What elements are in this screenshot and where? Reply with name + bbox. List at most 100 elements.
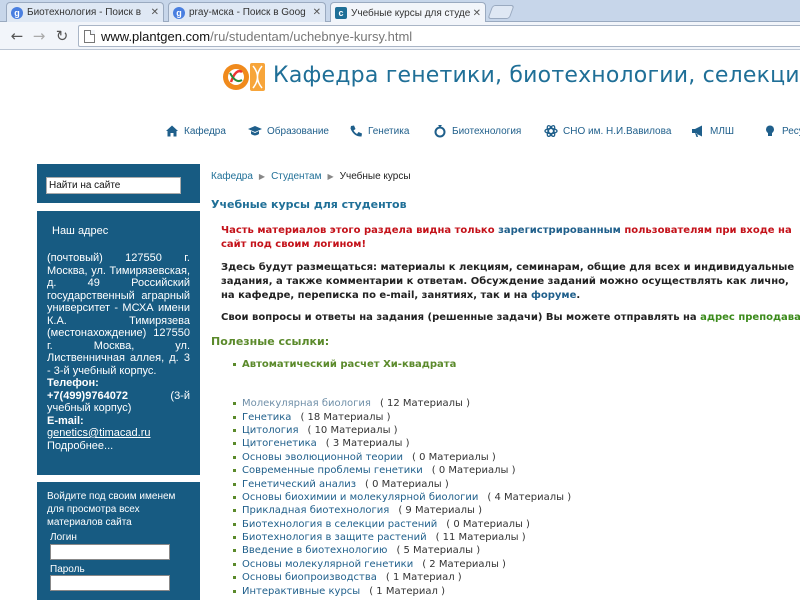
bullet-icon [233, 589, 236, 593]
course-list-item: Биотехнология в защите растений ( 11 Мате… [233, 531, 571, 544]
reload-icon[interactable]: ↻ [53, 27, 71, 45]
course-list-item: Основы биопроизводства ( 1 Материал ) [233, 571, 571, 584]
nav-item-label: Биотехнология [452, 125, 522, 137]
breadcrumb-kafedra[interactable]: Кафедра [211, 171, 253, 182]
course-list: Молекулярная биология( 12 Материалы ) Ген… [233, 397, 571, 598]
bullet-icon [233, 549, 236, 553]
bullet-icon [233, 402, 236, 406]
course-link[interactable]: Биотехнология в селекции растений [242, 519, 437, 530]
site-search-input[interactable] [46, 177, 181, 194]
nav-item-biotehnologiya[interactable]: Биотехнология [433, 124, 521, 138]
chi-square-link-item[interactable]: Автоматический расчет Хи-квадрата [233, 359, 456, 370]
course-link[interactable]: Введение в биотехнологию [242, 545, 387, 556]
course-list-item: Интерактивные курсы ( 1 Материал ) [233, 584, 571, 597]
browser-toolbar: ← → ↻ www.plantgen.com/ru/studentam/uche… [0, 22, 800, 50]
course-list-item: Прикладная биотехнология ( 9 Материалы ) [233, 504, 571, 517]
course-list-item: Молекулярная биология ( 12 Материалы ) [233, 397, 571, 410]
address-bar[interactable]: www.plantgen.com/ru/studentam/uchebnye-k… [78, 25, 800, 47]
login-input[interactable] [50, 544, 170, 560]
bullet-icon [233, 442, 236, 446]
nav-item-genetika[interactable]: Генетика [349, 124, 409, 138]
breadcrumb-current: Учебные курсы [339, 171, 411, 182]
course-link[interactable]: Прикладная биотехнология [242, 505, 389, 516]
nav-item-resursy[interactable]: Ресу [763, 124, 800, 138]
course-link[interactable]: Цитогенетика [242, 438, 317, 449]
bullet-icon [233, 522, 236, 526]
password-label: Пароль [50, 564, 85, 575]
department-logo[interactable] [222, 60, 267, 94]
breadcrumb-studentam[interactable]: Студентам [271, 171, 321, 182]
chevron-right-icon: ▶ [327, 172, 334, 181]
new-tab-button[interactable] [487, 5, 515, 19]
address-title: Наш адрес [52, 225, 109, 237]
login-prompt: Войдите под своим именем для просмотра в… [47, 491, 176, 528]
nav-item-label: МЛШ [710, 125, 735, 137]
google-favicon-icon: g [11, 6, 23, 19]
bullet-icon [233, 428, 236, 432]
home-icon [166, 125, 178, 137]
nav-item-label: Образование [267, 125, 329, 137]
sidebar-address-panel: Наш адрес (почтовый) 127550 г. Москва, у… [37, 211, 200, 475]
close-icon[interactable]: ✕ [151, 7, 159, 18]
nav-item-obrazovanie[interactable]: Образование [248, 124, 329, 138]
bullet-icon [233, 469, 236, 473]
course-list-item: Биотехнология в селекции растений ( 0 Мат… [233, 518, 571, 531]
browser-tab-1[interactable]: g Биотехнология - Поиск в ✕ [6, 2, 164, 22]
notice-text: Часть материалов этого раздела видна тол… [221, 225, 499, 236]
course-material-count: ( 18 Материалы ) [300, 411, 391, 423]
chi-square-link[interactable]: Автоматический расчет Хи-квадрата [242, 359, 456, 370]
nav-item-label: Ресу [782, 125, 800, 137]
course-list-item: Основы биохимии и молекулярной биологии (… [233, 491, 571, 504]
browser-tab-strip: g Биотехнология - Поиск в ✕ g pray-мска … [0, 0, 800, 23]
top-navigation: Кафедра Образование Генетика Биотехнолог… [160, 124, 800, 140]
atom-icon [544, 125, 558, 137]
course-list-item: Цитология ( 10 Материалы ) [233, 424, 571, 437]
more-link[interactable]: Подробнее... [47, 440, 190, 453]
teacher-address-link[interactable]: адрес преподавателя [700, 312, 800, 323]
course-list-item: Основы молекулярной генетики ( 2 Материал… [233, 558, 571, 571]
browser-tab-2[interactable]: g pray-мска - Поиск в Goog ✕ [168, 2, 326, 22]
back-arrow-icon[interactable]: ← [8, 27, 26, 45]
course-link[interactable]: Основы молекулярной генетики [242, 559, 413, 570]
close-icon[interactable]: ✕ [473, 8, 481, 19]
course-list-item: Цитогенетика ( 3 Материалы ) [233, 437, 571, 450]
course-material-count: ( 1 Материал ) [369, 585, 446, 597]
course-link[interactable]: Интерактивные курсы [242, 586, 360, 597]
course-link[interactable]: Биотехнология в защите растений [242, 532, 427, 543]
ring-icon [434, 125, 446, 138]
page-title: Учебные курсы для студентов [211, 198, 407, 211]
site-title: Кафедра генетики, биотехнологии, селекци… [273, 63, 800, 88]
course-link[interactable]: Молекулярная биология [242, 398, 371, 409]
course-link[interactable]: Основы биохимии и молекулярной биологии [242, 492, 478, 503]
nav-item-mlsh[interactable]: МЛШ [691, 124, 734, 138]
registered-link[interactable]: зарегистрированным [498, 225, 621, 236]
nav-item-kafedra[interactable]: Кафедра [165, 124, 226, 138]
tab-title: pray-мска - Поиск в Goog [189, 7, 306, 18]
bullet-icon [233, 363, 236, 366]
course-link[interactable]: Современные проблемы генетики [242, 465, 423, 476]
course-list-item: Генетика ( 18 Материалы ) [233, 410, 571, 423]
course-link[interactable]: Генетический анализ [242, 479, 356, 490]
course-link[interactable]: Основы биопроизводства [242, 572, 377, 583]
course-material-count: ( 3 Материалы ) [325, 438, 410, 450]
password-input[interactable] [50, 575, 170, 591]
course-list-item: Генетический анализ ( 0 Материалы ) [233, 477, 571, 490]
page-icon [84, 29, 95, 43]
close-icon[interactable]: ✕ [313, 7, 321, 18]
breadcrumb: Кафедра ▶ Студентам ▶ Учебные курсы [211, 171, 411, 182]
course-material-count: ( 12 Материалы ) [379, 398, 470, 410]
browser-tab-3[interactable]: c Учебные курсы для студе ✕ [330, 2, 486, 23]
forward-arrow-icon[interactable]: → [30, 27, 48, 45]
course-link[interactable]: Генетика [242, 412, 291, 423]
url-host: www.plantgen.com [101, 28, 211, 44]
forum-link[interactable]: форуме [531, 290, 576, 301]
intro-text-end: . [576, 290, 581, 301]
intro-text: Здесь будут размещаться: материалы к лек… [221, 262, 795, 301]
phone-number: +7(499)9764072 [47, 389, 129, 402]
course-link[interactable]: Цитология [242, 425, 298, 436]
bullet-icon [233, 576, 236, 580]
plantgen-favicon-icon: c [335, 7, 347, 19]
email-link[interactable]: genetics@timacad.ru [47, 427, 190, 440]
nav-item-sno[interactable]: СНО им. Н.И.Вавилова [544, 124, 671, 138]
course-link[interactable]: Основы эволюционной теории [242, 452, 403, 463]
